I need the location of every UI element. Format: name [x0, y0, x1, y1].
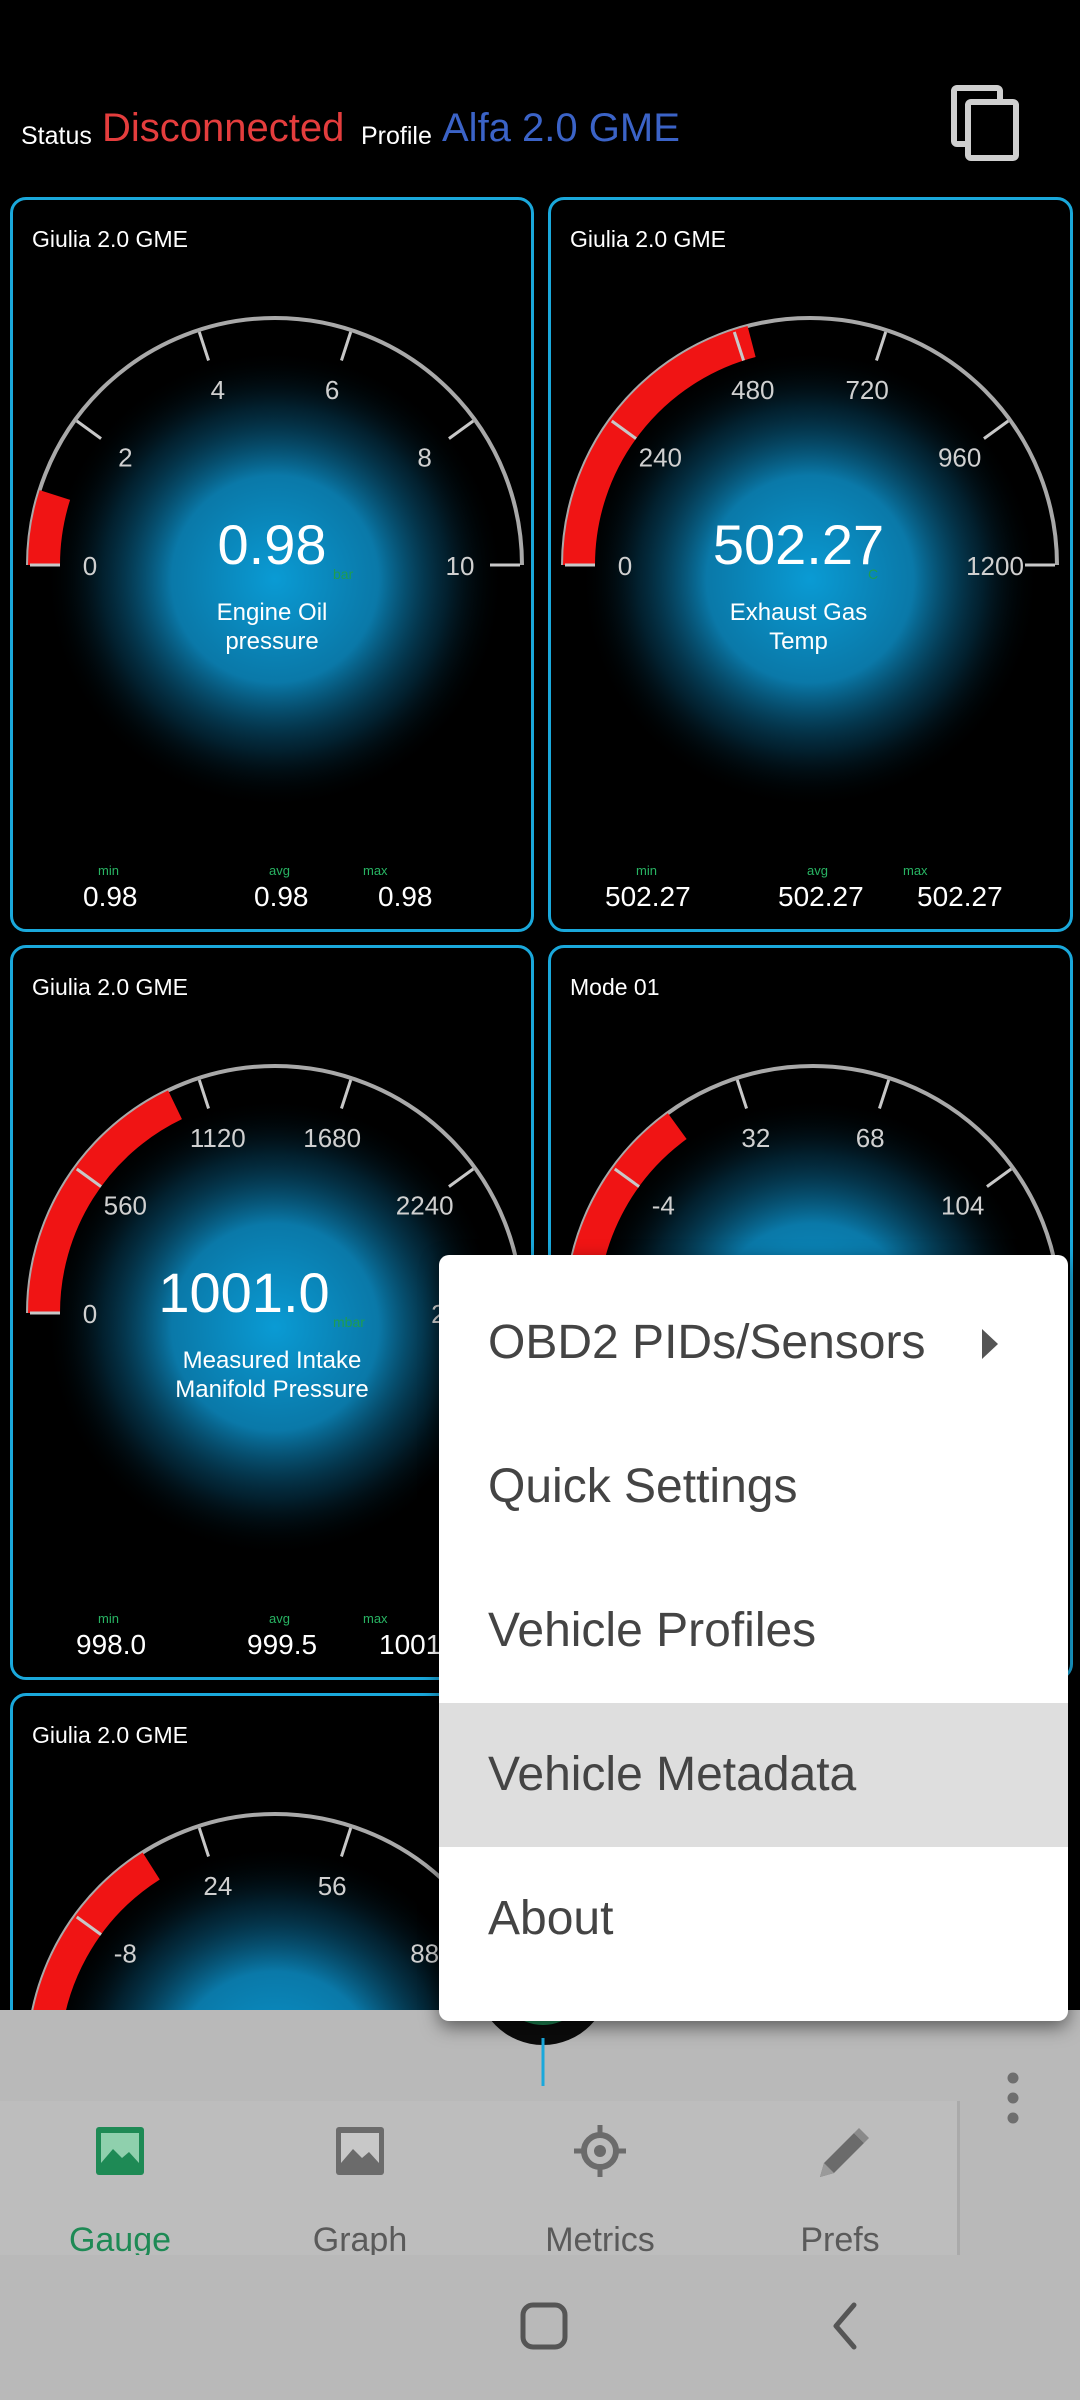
status-bar: Status Disconnected Profile Alfa 2.0 GME: [0, 0, 1080, 190]
square-home-icon[interactable]: [519, 2301, 569, 2351]
avg-value: 502.27: [778, 881, 864, 912]
gauge-value: 1001.0: [158, 1261, 330, 1324]
gauge-tick-label: 24: [203, 1871, 232, 1901]
gauge-name: Exhaust Gas Temp: [729, 599, 868, 655]
gauge-tick: [197, 331, 210, 361]
gauge-tick-label: 2240: [396, 1190, 454, 1220]
gauge-card-exhaust-temp[interactable]: Giulia 2.0 GME 0 240 480 720 960 1200 C 502.27…: [548, 197, 1073, 932]
crosshair-icon: [574, 2125, 626, 2177]
nav-graph[interactable]: Graph: [240, 2125, 480, 2259]
gauge-tick: [983, 419, 1010, 440]
min-value: 502.27: [605, 881, 691, 912]
gauge-tick-label: 1680: [303, 1123, 361, 1153]
gauge-tick: [197, 1827, 210, 1857]
menu-item-quick-settings[interactable]: Quick Settings: [439, 1415, 1068, 1559]
max-caption: max: [903, 863, 928, 878]
menu-item-label: About: [488, 1892, 614, 1945]
gauge-tick-label: -4: [652, 1190, 675, 1220]
avg-value: 999.5: [247, 1629, 318, 1660]
image-icon: [96, 2127, 144, 2175]
gauge-tick-label: 68: [856, 1123, 885, 1153]
min-caption: min: [98, 1611, 119, 1626]
bottom-navigation: Gauge Graph Metrics Prefs: [0, 2101, 960, 2259]
menu-item-vehicle-profiles[interactable]: Vehicle Profiles: [439, 1559, 1068, 1703]
max-caption: max: [363, 863, 388, 878]
gauge-card-oil-pressure[interactable]: Giulia 2.0 GME 0 2 4 6 8 10 bar 0.98 Engine Oi…: [10, 197, 534, 932]
gauge-tick: [875, 331, 888, 361]
gauge-tick-label: 6: [325, 375, 339, 405]
gauge-tick: [340, 1827, 353, 1857]
gauge-tick-label: 32: [741, 1123, 770, 1153]
copy-icon[interactable]: [950, 84, 1022, 162]
gauge-tick: [448, 1167, 475, 1188]
avg-caption: avg: [269, 1611, 290, 1626]
menu-item-obd2-pids[interactable]: OBD2 PIDs/Sensors: [439, 1271, 1068, 1415]
gauge-value: 502.27: [712, 513, 885, 576]
gauge-tick: [197, 1079, 210, 1109]
gauge-tick-label: 88: [410, 1938, 439, 1968]
avg-value: 0.98: [254, 881, 309, 912]
system-navigation-bar: [0, 2255, 1080, 2400]
gauge-tick-label: 240: [639, 442, 682, 472]
gauge-name: Engine Oil pressure: [216, 599, 328, 655]
gauge-value: 0.98: [217, 513, 327, 576]
nav-gauge[interactable]: Gauge: [0, 2125, 240, 2259]
max-caption: max: [363, 1611, 388, 1626]
min-value: 998.0: [76, 1629, 147, 1660]
submenu-arrow-icon: [982, 1329, 998, 1359]
nav-metrics[interactable]: Metrics: [480, 2125, 720, 2259]
gauge-tick-label: 8: [417, 442, 431, 472]
status-label: Status: [21, 122, 92, 150]
gauge-tick: [340, 331, 353, 361]
gauge-tick-label: 2: [118, 442, 132, 472]
min-caption: min: [98, 863, 119, 878]
image-icon: [336, 2127, 384, 2175]
gauge-tick: [340, 1079, 353, 1109]
vehicle-profile-name[interactable]: Alfa 2.0 GME: [442, 106, 680, 151]
chevron-back-icon[interactable]: [828, 2301, 862, 2351]
profile-label: Profile: [361, 122, 432, 150]
gauge-tick: [986, 1167, 1013, 1188]
menu-item-label: Vehicle Metadata: [488, 1748, 857, 1801]
gauge-tick-label: 56: [318, 1871, 347, 1901]
gauge-glow: [45, 349, 505, 809]
gauge-tick: [448, 419, 475, 440]
avg-caption: avg: [269, 863, 290, 878]
gauge-tick-label: 560: [104, 1190, 147, 1220]
more-vert-icon[interactable]: [1003, 2070, 1023, 2126]
menu-item-label: OBD2 PIDs/Sensors: [488, 1316, 926, 1369]
menu-item-about[interactable]: About: [439, 1847, 1068, 1991]
gauge-tick-label: 1120: [190, 1123, 246, 1153]
avg-caption: avg: [807, 863, 828, 878]
gauge-tick-label: 720: [845, 375, 888, 405]
gauge-tick-label: -8: [114, 1938, 137, 1968]
min-caption: min: [636, 863, 657, 878]
gauge-tick: [878, 1079, 891, 1109]
menu-item-vehicle-metadata[interactable]: Vehicle Metadata: [439, 1703, 1068, 1847]
max-value: 502.27: [917, 881, 1003, 912]
gauge-tick: [75, 419, 102, 440]
pencil-icon: [820, 2128, 869, 2177]
overflow-menu: OBD2 PIDs/Sensors Quick Settings Vehicle…: [439, 1255, 1068, 2021]
nav-prefs[interactable]: Prefs: [720, 2125, 960, 2259]
gauge-tick-label: 4: [211, 375, 225, 405]
gauge-tick-label: 104: [941, 1190, 984, 1220]
gauge-tick-label: 480: [731, 375, 774, 405]
gauge-tick: [735, 1079, 748, 1109]
menu-item-label: Vehicle Profiles: [488, 1604, 817, 1657]
connection-status: Disconnected: [102, 106, 345, 150]
max-value: 0.98: [378, 881, 433, 912]
menu-item-label: Quick Settings: [488, 1460, 798, 1513]
min-value: 0.98: [83, 881, 138, 912]
gauge-tick-label: 960: [938, 442, 981, 472]
